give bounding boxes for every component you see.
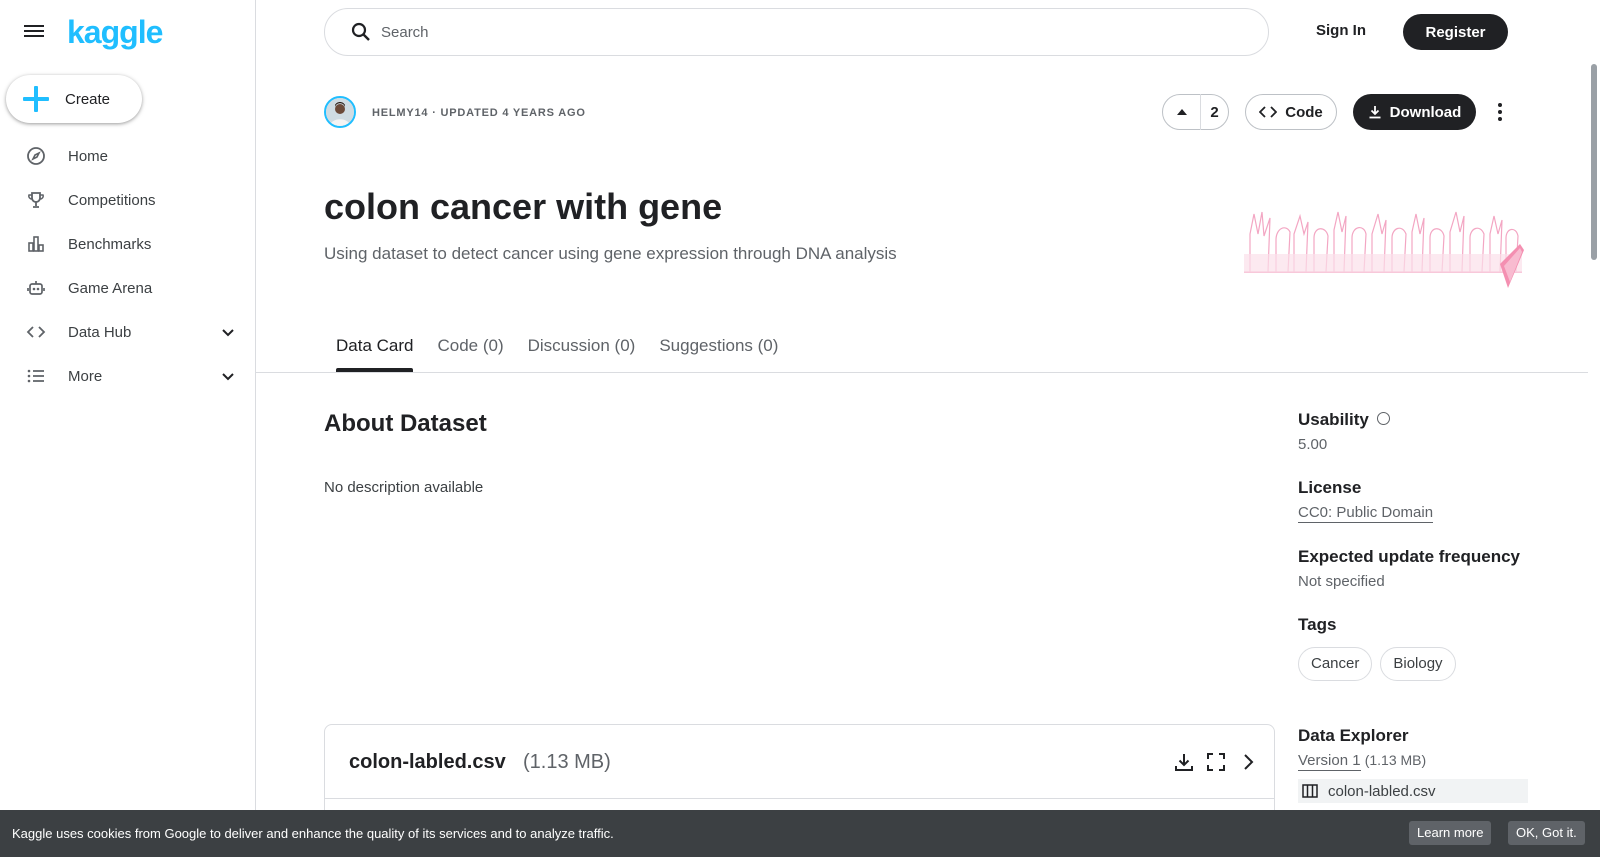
code-button[interactable]: Code (1245, 94, 1337, 130)
version-link[interactable]: Version 1 (1298, 752, 1361, 771)
sidebar-item-benchmarks[interactable]: Benchmarks (0, 222, 256, 266)
file-name: colon-labled.csv (349, 751, 506, 773)
file-card-divider (325, 798, 1274, 799)
fullscreen-icon[interactable] (1205, 751, 1227, 773)
bar-chart-icon (24, 232, 48, 256)
tab-suggestions[interactable]: Suggestions (0) (647, 336, 790, 372)
sidebar-item-home[interactable]: Home (0, 134, 256, 178)
data-explorer-section: Data Explorer Version 1 (1.13 MB) colon-… (1298, 726, 1528, 803)
arrow-up-icon (1176, 109, 1187, 115)
plus-icon (23, 86, 49, 112)
search-input[interactable] (381, 23, 1231, 41)
sign-in-button[interactable]: Sign In (1316, 22, 1366, 39)
compass-icon (24, 144, 48, 168)
ok-got-it-button[interactable]: OK, Got it. (1508, 821, 1585, 845)
create-button[interactable]: Create (6, 75, 142, 123)
cookie-text: Kaggle uses cookies from Google to deliv… (12, 826, 614, 841)
sidebar-nav: Home Competitions Benchmarks Game Arena … (0, 134, 256, 398)
update-frequency-label: Expected update frequency (1298, 547, 1521, 566)
more-options-icon[interactable] (1490, 98, 1510, 126)
tag-chip[interactable]: Biology (1380, 647, 1456, 681)
tabs-divider (256, 372, 1588, 373)
learn-more-button[interactable]: Learn more (1409, 821, 1492, 845)
trophy-icon (24, 188, 48, 212)
dataset-byline: HELMY14 · UPDATED 4 YEARS AGO (372, 107, 586, 119)
page-scrollbar[interactable] (1588, 0, 1600, 857)
sidebar-item-game-arena[interactable]: Game Arena (0, 266, 256, 310)
chevron-right-icon[interactable] (1237, 751, 1259, 773)
code-button-label: Code (1285, 103, 1323, 121)
file-size: (1.13 MB) (523, 751, 611, 773)
upvote-widget: 2 (1162, 94, 1229, 130)
register-button[interactable]: Register (1403, 14, 1508, 50)
tags-section: Tags Cancer Biology (1298, 615, 1528, 681)
sidebar: kaggle Create Home Competitions Benchmar… (0, 0, 256, 857)
chevron-down-icon[interactable] (220, 324, 236, 340)
download-icon (1369, 106, 1381, 119)
robot-icon (24, 276, 48, 300)
cookie-banner: Kaggle uses cookies from Google to deliv… (0, 810, 1600, 857)
kaggle-logo[interactable]: kaggle (67, 14, 163, 51)
update-frequency-value: Not specified (1298, 573, 1385, 590)
menu-icon[interactable] (24, 22, 48, 42)
about-dataset-description: No description available (324, 479, 484, 496)
usability-section: Usability 5.00 (1298, 410, 1528, 453)
list-icon (24, 364, 48, 388)
tags-label: Tags (1298, 615, 1337, 634)
info-icon[interactable] (1376, 412, 1390, 426)
page-title: colon cancer with gene (324, 186, 723, 227)
sidebar-item-label: Competitions (68, 191, 156, 209)
usability-label: Usability (1298, 410, 1369, 429)
usability-value: 5.00 (1298, 436, 1328, 453)
sidebar-item-label: More (68, 367, 103, 385)
tab-discussion[interactable]: Discussion (0) (516, 336, 648, 372)
data-explorer-label: Data Explorer (1298, 726, 1409, 745)
explorer-file-name: colon-labled.csv (1328, 782, 1436, 800)
sidebar-item-competitions[interactable]: Competitions (0, 178, 256, 222)
license-link[interactable]: CC0: Public Domain (1298, 504, 1434, 523)
sidebar-item-more[interactable]: More (0, 354, 256, 398)
explorer-file-item[interactable]: colon-labled.csv (1298, 779, 1528, 803)
table-icon (1302, 784, 1318, 798)
sidebar-item-data-hub[interactable]: Data Hub (0, 310, 256, 354)
download-icon[interactable] (1173, 751, 1195, 773)
license-section: License CC0: Public Domain (1298, 478, 1528, 523)
search-icon (351, 22, 370, 41)
page-subtitle: Using dataset to detect cancer using gen… (324, 244, 897, 263)
download-button[interactable]: Download (1353, 94, 1476, 130)
sidebar-item-label: Game Arena (68, 279, 153, 297)
chevron-down-icon[interactable] (220, 368, 236, 384)
create-label: Create (65, 90, 111, 108)
upvote-count: 2 (1210, 103, 1219, 121)
sidebar-item-label: Data Hub (68, 323, 132, 341)
update-frequency-section: Expected update frequency Not specified (1298, 547, 1528, 590)
scrollbar-thumb[interactable] (1591, 64, 1597, 260)
license-label: License (1298, 478, 1362, 497)
dataset-banner-image (1242, 204, 1525, 294)
download-button-label: Download (1389, 103, 1462, 121)
code-icon (1259, 106, 1278, 118)
tab-data-card[interactable]: Data Card (324, 336, 425, 372)
tag-chip[interactable]: Cancer (1298, 647, 1373, 681)
tab-bar: Data Card Code (0) Discussion (0) Sugges… (324, 336, 790, 372)
sidebar-item-label: Home (68, 147, 109, 165)
version-size: (1.13 MB) (1364, 752, 1427, 768)
sidebar-item-label: Benchmarks (68, 235, 152, 253)
search-bar[interactable] (324, 8, 1269, 56)
avatar[interactable] (324, 96, 356, 128)
tab-code[interactable]: Code (0) (425, 336, 515, 372)
upvote-button[interactable] (1163, 94, 1201, 130)
about-dataset-heading: About Dataset (324, 410, 487, 437)
code-icon (24, 320, 48, 344)
